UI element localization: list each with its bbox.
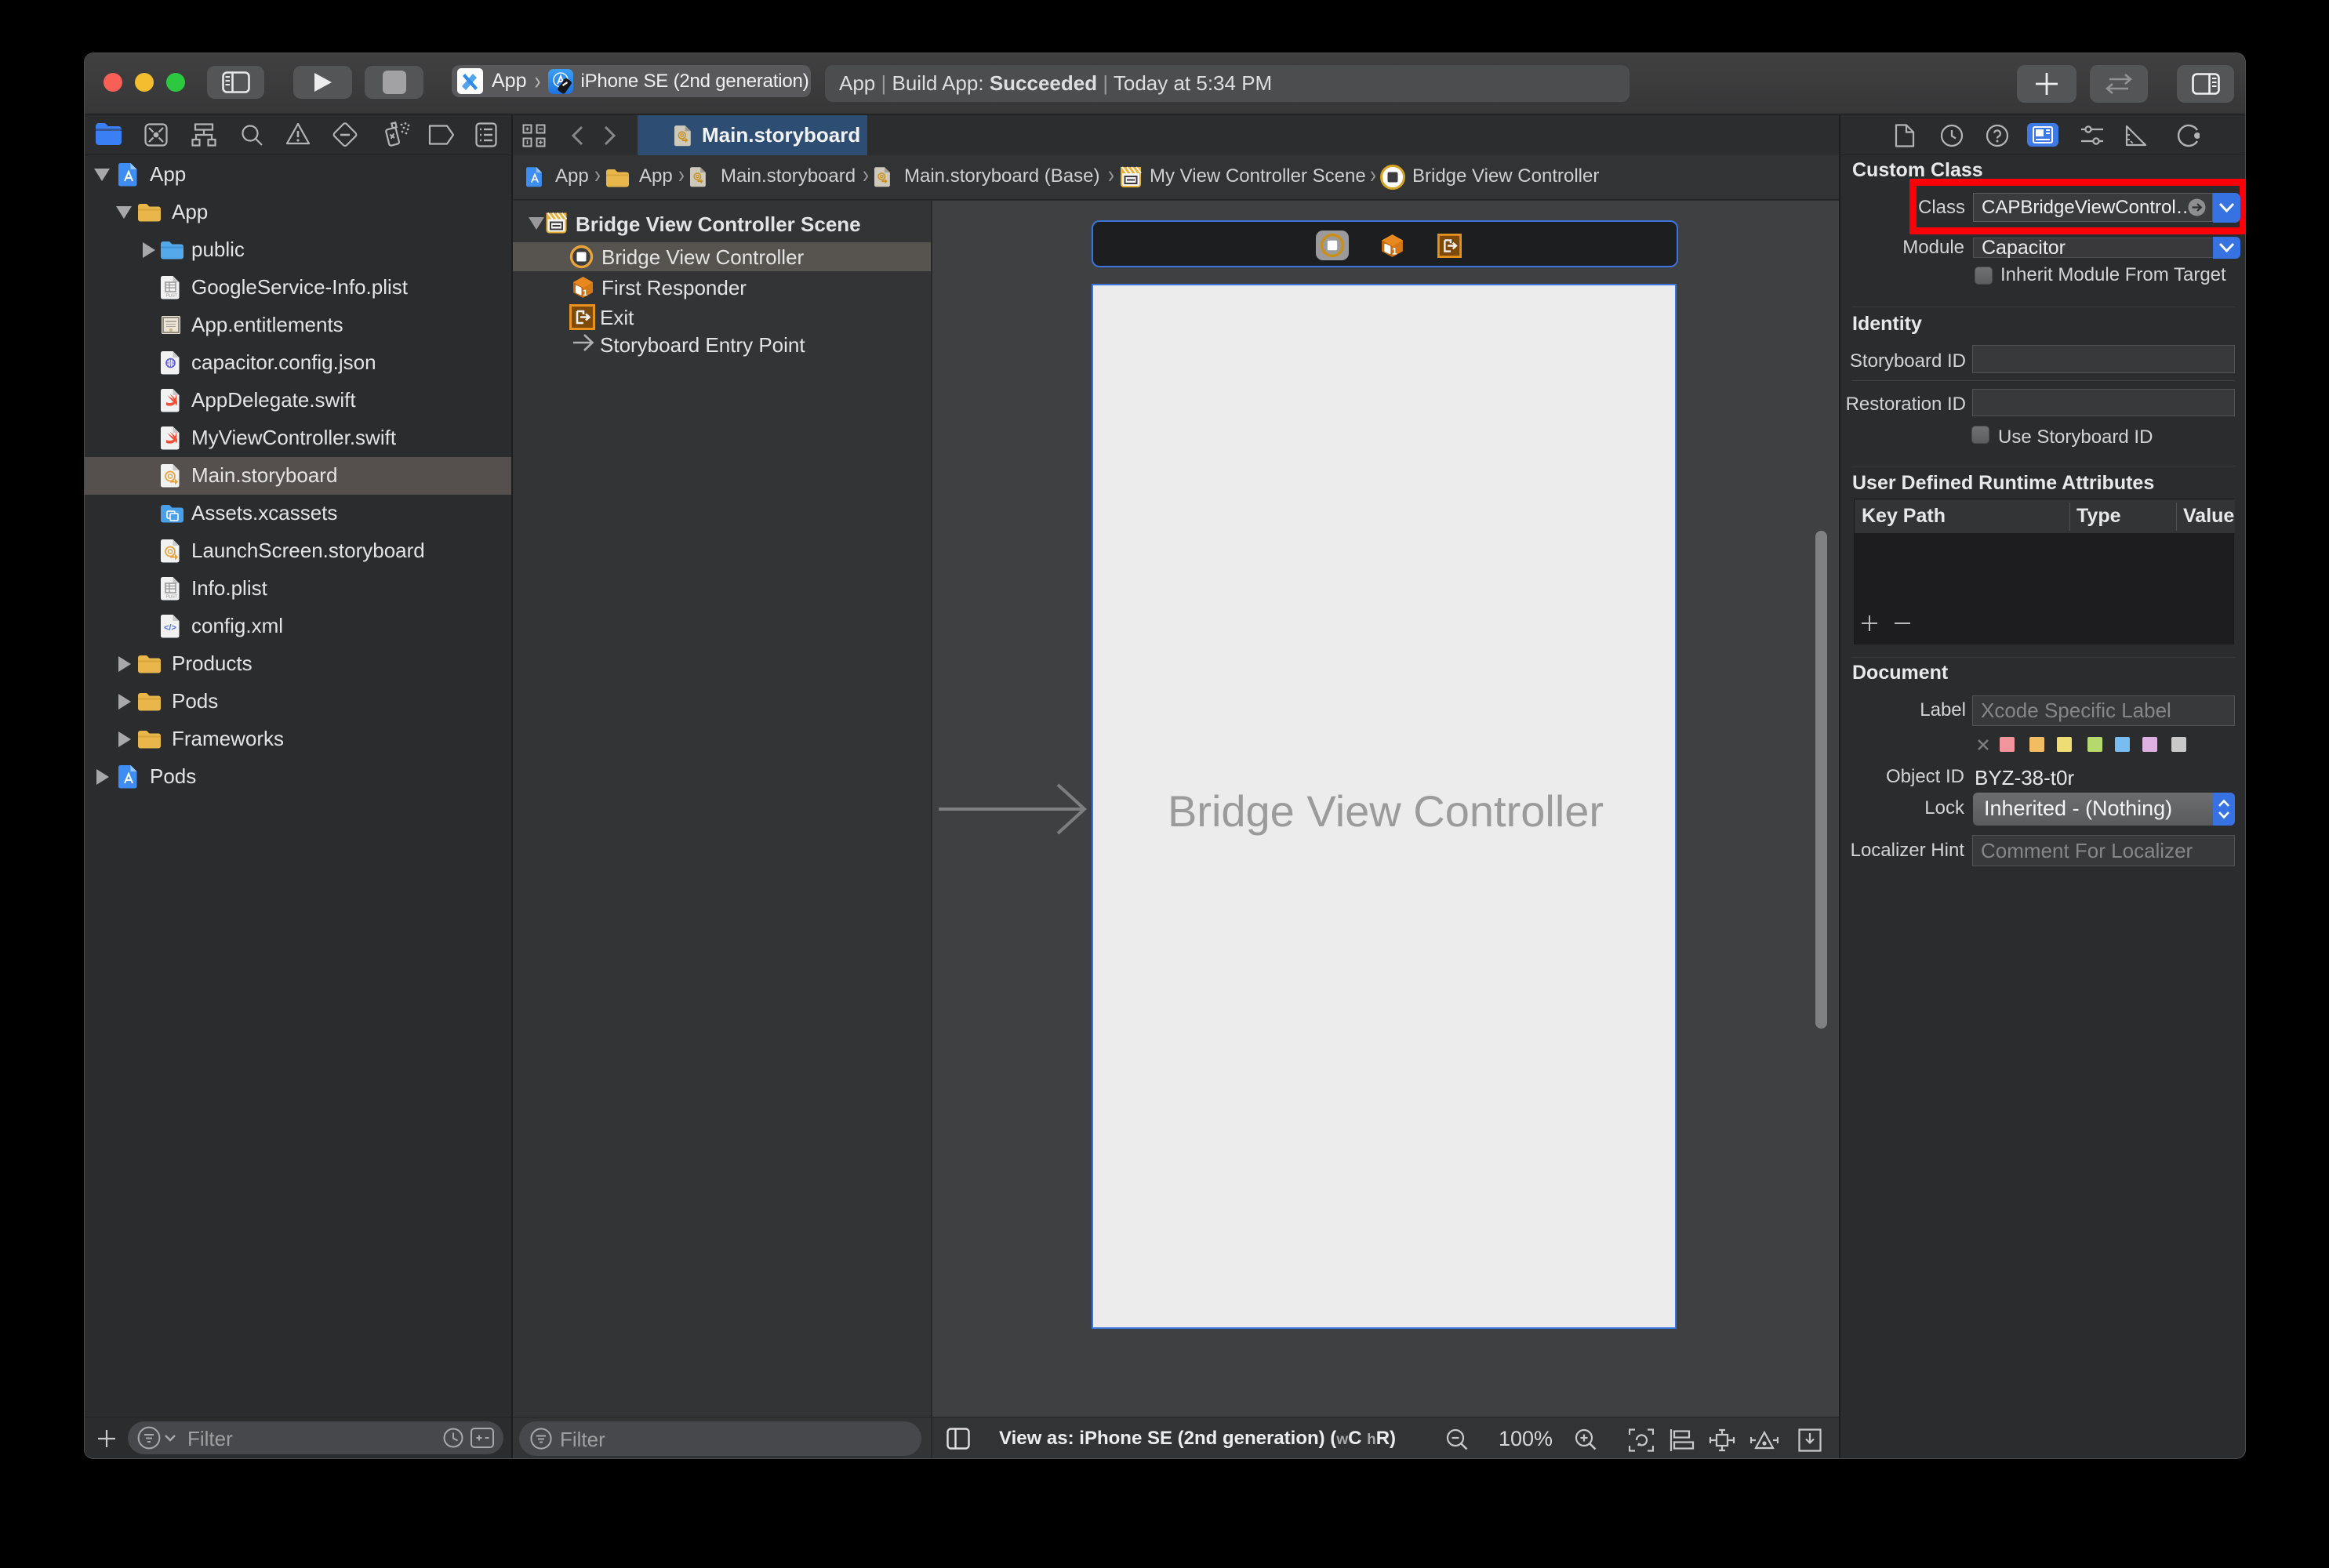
svg-text:1: 1 <box>1392 247 1397 257</box>
svg-text:B: B <box>169 360 173 367</box>
svg-text:PLIST: PLIST <box>166 595 177 600</box>
svg-text:</>: </> <box>164 623 176 633</box>
svg-text:PLIST: PLIST <box>166 294 177 299</box>
svg-text:1: 1 <box>583 289 587 298</box>
